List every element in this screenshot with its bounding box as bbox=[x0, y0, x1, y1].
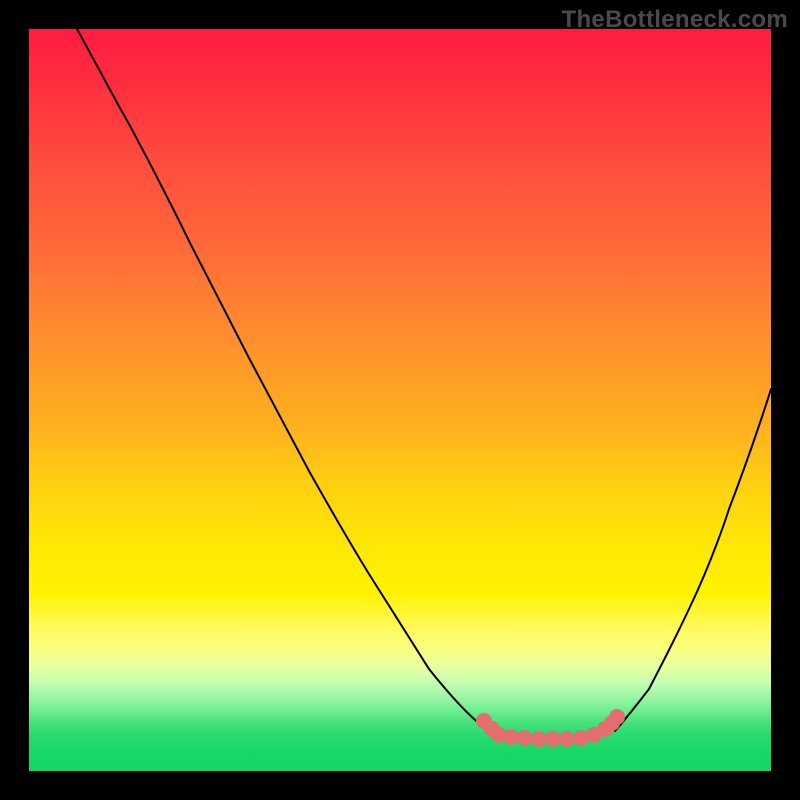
watermark-text: TheBottleneck.com bbox=[562, 6, 788, 34]
bottom-markers bbox=[476, 709, 625, 747]
right-curve bbox=[615, 389, 771, 731]
plot-frame bbox=[29, 29, 771, 771]
left-curve bbox=[77, 29, 492, 733]
chart-container: TheBottleneck.com bbox=[0, 0, 800, 800]
curves-svg bbox=[29, 29, 771, 771]
